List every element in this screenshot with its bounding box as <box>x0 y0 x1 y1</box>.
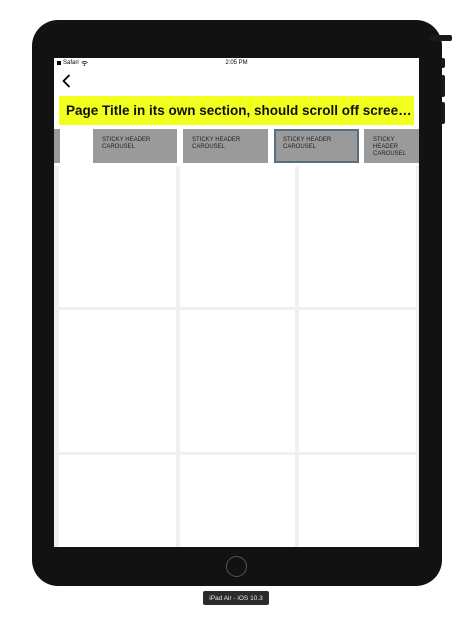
carousel-item-label: STICKY HEADER CAROUSEL <box>373 137 407 157</box>
status-bar: Safari 2:05 PM <box>54 58 419 69</box>
grid-cell[interactable] <box>59 310 176 452</box>
mute-switch <box>441 58 445 68</box>
grid-cell[interactable] <box>299 455 416 547</box>
volume-down-button <box>441 102 445 124</box>
content-grid <box>54 166 419 547</box>
grid-cell[interactable] <box>180 455 295 547</box>
power-button <box>430 35 452 41</box>
carousel-item-label: STICKY HEADER CAROUSEL <box>192 137 241 150</box>
page-title: Page Title in its own section, should sc… <box>66 103 414 118</box>
chevron-left-icon <box>62 74 70 88</box>
carousel-item[interactable]: STICKY HEADER CAROUSEL <box>364 129 419 163</box>
sticky-header-carousel[interactable]: STICKY HEADER CAROUSEL STICKY HEADER CAR… <box>54 129 419 163</box>
grid-cell[interactable] <box>180 310 295 452</box>
carousel-item[interactable]: STICKY HEADER CAROUSEL <box>183 129 268 163</box>
navigation-bar <box>54 70 419 92</box>
grid-cell[interactable] <box>180 166 295 307</box>
carousel-item[interactable]: STICKY HEADER CAROUSEL <box>93 129 177 163</box>
back-button[interactable] <box>59 73 75 89</box>
grid-cell[interactable] <box>59 166 176 307</box>
carousel-item-label: STICKY HEADER CAROUSEL <box>102 137 151 150</box>
device-screen: Safari 2:05 PM Page Title in its own sec… <box>54 58 419 547</box>
status-time: 2:05 PM <box>225 60 248 66</box>
device-caption: iPad Air - iOS 10.3 <box>203 591 269 605</box>
grid-cell[interactable] <box>299 310 416 452</box>
carousel-item[interactable] <box>54 129 60 163</box>
grid-cell[interactable] <box>299 166 416 307</box>
grid-cell[interactable] <box>59 455 176 547</box>
page-title-section: Page Title in its own section, should sc… <box>59 96 414 125</box>
volume-up-button <box>441 75 445 97</box>
carousel-item-selected[interactable]: STICKY HEADER CAROUSEL <box>274 129 359 163</box>
carousel-item-label: STICKY HEADER CAROUSEL <box>283 137 332 150</box>
home-button[interactable] <box>226 556 247 577</box>
